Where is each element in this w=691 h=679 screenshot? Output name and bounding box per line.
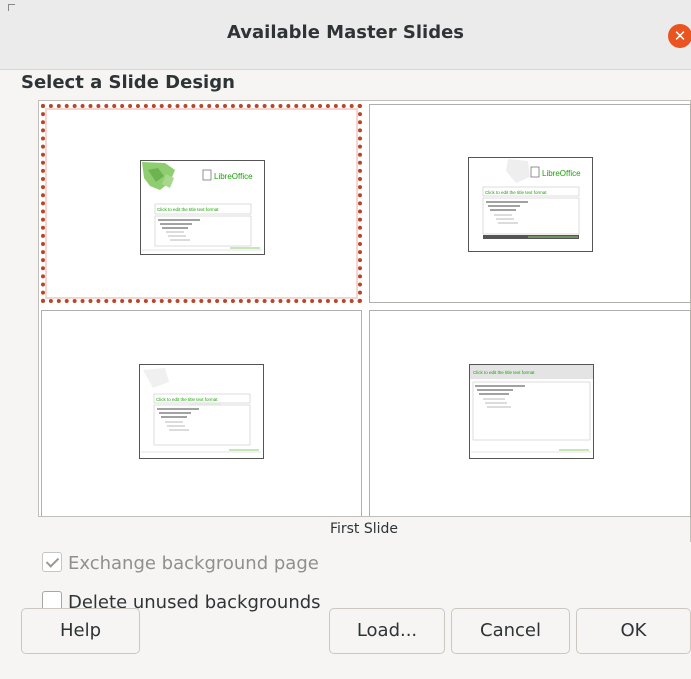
slide-preview-2: LibreOffice Click to edit the title text… xyxy=(468,157,593,252)
close-icon[interactable]: ✕ xyxy=(668,24,691,48)
section-heading: Select a Slide Design xyxy=(21,72,235,93)
slide-title-text-2: Click to edit the title text format xyxy=(485,190,547,195)
exchange-background-option: Exchange background page xyxy=(42,552,319,574)
slide-preview-1: LibreOffice Click to edit the title text… xyxy=(140,160,265,255)
exchange-background-label: Exchange background page xyxy=(68,553,319,574)
slide-preview-3: Click to edit the title text format xyxy=(139,364,264,459)
help-button[interactable]: Help xyxy=(21,608,140,654)
slide-design-grid: LibreOffice Click to edit the title text… xyxy=(38,100,691,542)
design-thumbnail-4[interactable]: Click to edit the title text format xyxy=(369,310,691,518)
load-button[interactable]: Load... xyxy=(329,608,445,654)
design-thumbnail-1[interactable]: LibreOffice Click to edit the title text… xyxy=(41,104,362,303)
design-thumbnail-2[interactable]: LibreOffice Click to edit the title text… xyxy=(369,104,691,303)
resize-corner-mark xyxy=(8,4,15,11)
design-thumbnail-3[interactable]: Click to edit the title text format xyxy=(41,310,362,518)
slide-title-text-4: Click to edit the title text format xyxy=(473,370,535,375)
ok-button[interactable]: OK xyxy=(576,608,691,654)
selected-design-caption: First Slide xyxy=(38,516,690,542)
exchange-background-checkbox xyxy=(42,552,62,572)
dialog-titlebar: Available Master Slides ✕ xyxy=(0,0,691,70)
slide-preview-4: Click to edit the title text format xyxy=(469,364,594,459)
dialog-title: Available Master Slides xyxy=(226,22,465,43)
slide-title-text-3: Click to edit the title text format xyxy=(156,397,218,402)
slide-logo-text-1: LibreOffice xyxy=(214,172,253,181)
slide-logo-text-2: LibreOffice xyxy=(542,169,581,178)
cancel-button[interactable]: Cancel xyxy=(451,608,570,654)
slide-title-text-1: Click to edit the title text format xyxy=(157,207,219,212)
